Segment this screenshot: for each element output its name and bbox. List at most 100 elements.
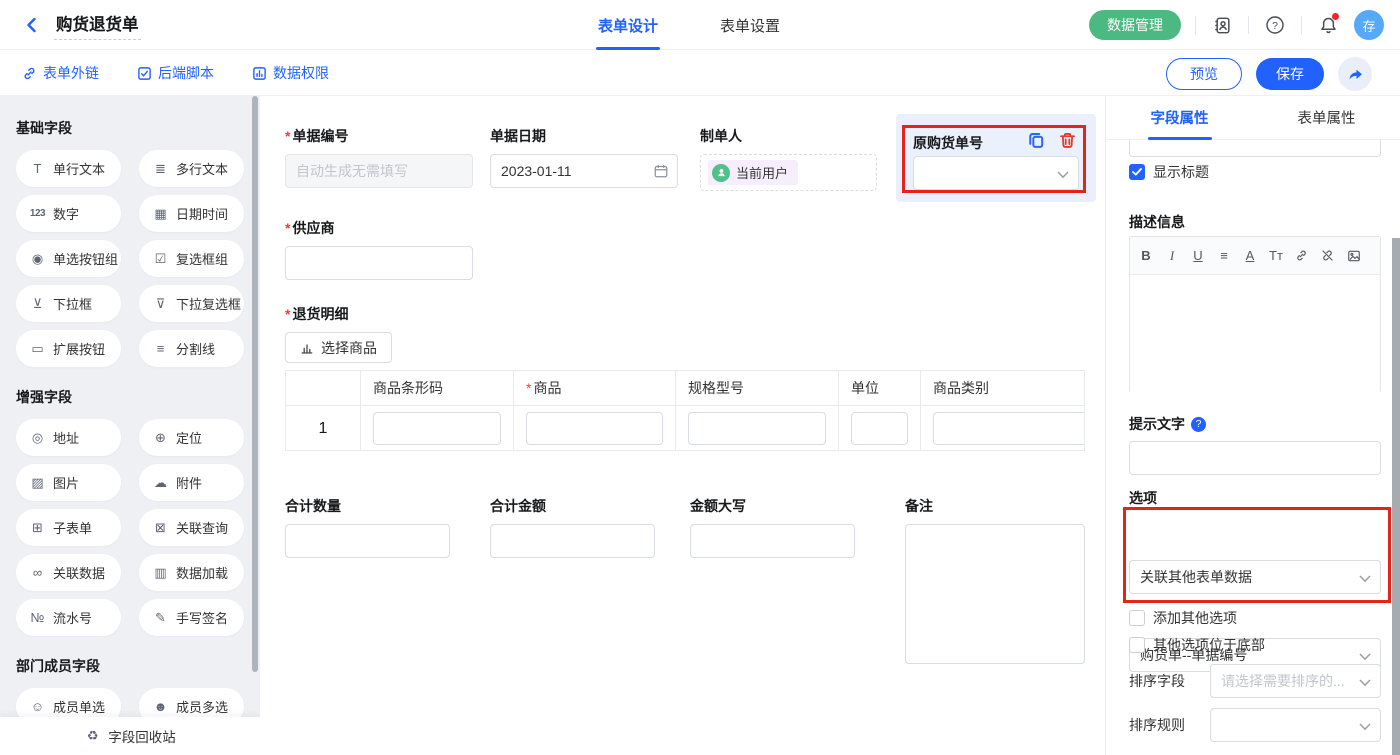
align-icon[interactable]: ≡	[1217, 248, 1231, 263]
field-amount-words[interactable]: 金额大写	[690, 496, 855, 558]
italic-icon[interactable]: I	[1165, 248, 1179, 264]
remove-link-icon[interactable]	[1321, 249, 1335, 262]
barcode-input[interactable]	[373, 412, 501, 445]
sidebar-item-label: 数据加载	[176, 563, 228, 582]
bold-icon[interactable]: B	[1139, 248, 1153, 263]
sort-field-select[interactable]: 请选择需要排序的...	[1210, 664, 1381, 698]
field-return-detail[interactable]: *退货明细 选择商品	[285, 304, 392, 363]
font-color-icon[interactable]: A	[1243, 248, 1257, 263]
remark-textarea[interactable]	[905, 524, 1085, 664]
origin-order-select[interactable]	[913, 156, 1079, 190]
calendar-icon: ▦	[152, 206, 169, 222]
sidebar-item-multi-text[interactable]: ≣多行文本	[139, 150, 244, 187]
tab-form-settings[interactable]: 表单设置	[720, 0, 780, 50]
checkbox-unchecked-icon[interactable]	[1129, 637, 1145, 653]
row-number: 1	[286, 406, 361, 451]
option-source-select[interactable]: 关联其他表单数据	[1129, 560, 1381, 594]
sidebar-item-radio-group[interactable]: ◉单选按钮组	[16, 240, 121, 277]
checkbox-checked-icon[interactable]	[1129, 164, 1145, 180]
cloud-upload-icon: ☁	[152, 475, 169, 491]
sidebar-item-data-load[interactable]: ▥ 数据加载	[139, 554, 244, 591]
avatar[interactable]: 存	[1354, 10, 1384, 40]
preview-button[interactable]: 预览	[1166, 58, 1242, 90]
spec-input[interactable]	[688, 412, 826, 445]
sidebar-item-label: 单选按钮组	[53, 249, 118, 268]
copy-field-icon[interactable]	[1027, 131, 1046, 150]
total-qty-input[interactable]	[285, 524, 450, 558]
required-asterisk: *	[285, 306, 290, 322]
sidebar-item-divider[interactable]: ≡分割线	[139, 330, 244, 367]
field-creator[interactable]: 制单人 当前用户	[700, 126, 877, 191]
category-input[interactable]	[933, 412, 1085, 445]
checkbox-unchecked-icon[interactable]	[1129, 610, 1145, 626]
field-supplier[interactable]: *供应商	[285, 218, 473, 280]
doc-date-input[interactable]	[490, 154, 678, 188]
field-doc-date[interactable]: 单据日期	[490, 126, 678, 188]
form-external-link[interactable]: 表单外链	[22, 63, 99, 83]
page-title[interactable]: 购货退货单	[54, 11, 141, 40]
sidebar-item-extend-button[interactable]: ▭扩展按钮	[16, 330, 121, 367]
data-load-icon: ▥	[152, 565, 169, 581]
field-total-qty[interactable]: 合计数量	[285, 496, 450, 558]
hint-text-input[interactable]	[1129, 441, 1381, 475]
tab-field-properties[interactable]: 字段属性	[1106, 96, 1253, 139]
total-amount-input[interactable]	[490, 524, 655, 558]
tab-form-design[interactable]: 表单设计	[598, 0, 658, 50]
notification-bell-icon[interactable]	[1316, 13, 1340, 37]
sidebar-item-relation-query[interactable]: ⊠关联查询	[139, 509, 244, 546]
sidebar-item-address[interactable]: ◎地址	[16, 419, 121, 456]
field-origin-order[interactable]: 原购货单号	[902, 125, 1086, 193]
share-button[interactable]	[1338, 57, 1372, 91]
sidebar-item-relation-data[interactable]: ∞关联数据	[16, 554, 121, 591]
other-option-bottom-row[interactable]: 其他选项位于底部	[1129, 635, 1265, 655]
sidebar-item-subform[interactable]: ⊞子表单	[16, 509, 121, 546]
field-recycle-bin[interactable]: ♻ 字段回收站	[0, 717, 260, 755]
sidebar-item-multi-dropdown[interactable]: ⊽下拉复选框	[139, 285, 244, 322]
data-permission-link[interactable]: 数据权限	[252, 63, 329, 83]
back-button[interactable]	[20, 13, 44, 37]
doc-no-input[interactable]	[285, 154, 473, 188]
sidebar-item-attachment[interactable]: ☁附件	[139, 464, 244, 501]
sidebar-item-single-text[interactable]: T单行文本	[16, 150, 121, 187]
sidebar-item-number[interactable]: 123数字	[16, 195, 121, 232]
sidebar-item-dropdown[interactable]: ⊻下拉框	[16, 285, 121, 322]
show-title-checkbox-row[interactable]: 显示标题	[1129, 162, 1209, 182]
clipped-input[interactable]	[1129, 140, 1381, 157]
sidebar-item-datetime[interactable]: ▦日期时间	[139, 195, 244, 232]
sidebar-scrollbar[interactable]	[252, 96, 258, 672]
sidebar-item-serial-number[interactable]: №流水号	[16, 599, 121, 636]
help-icon[interactable]: ?	[1263, 13, 1287, 37]
hint-help-icon[interactable]: ?	[1191, 417, 1206, 432]
sidebar-item-checkbox-group[interactable]: ☑复选框组	[139, 240, 244, 277]
tab-form-properties[interactable]: 表单属性	[1253, 96, 1400, 139]
description-editor[interactable]: B I U ≡ A Tт	[1129, 236, 1381, 393]
sidebar-item-signature[interactable]: ✎手写签名	[139, 599, 244, 636]
sidebar-item-label: 多行文本	[176, 159, 228, 178]
field-remark[interactable]: 备注	[905, 496, 1085, 669]
sidebar-item-locate[interactable]: ⊕定位	[139, 419, 244, 456]
field-doc-no[interactable]: *单据编号	[285, 126, 473, 188]
data-permission-label: 数据权限	[273, 63, 329, 83]
data-manage-button[interactable]: 数据管理	[1089, 10, 1181, 40]
unit-input[interactable]	[851, 412, 908, 445]
sidebar-item-label: 地址	[53, 428, 79, 447]
amount-words-input[interactable]	[690, 524, 855, 558]
insert-link-icon[interactable]	[1295, 249, 1309, 262]
add-other-option-row[interactable]: 添加其他选项	[1129, 608, 1237, 628]
backend-script-link[interactable]: 后端脚本	[137, 63, 214, 83]
save-button[interactable]: 保存	[1256, 58, 1324, 90]
address-book-icon[interactable]	[1210, 13, 1234, 37]
field-total-amount[interactable]: 合计金额	[490, 496, 655, 558]
field-label: 制单人	[700, 126, 742, 146]
sort-rule-select[interactable]	[1210, 708, 1381, 742]
insert-image-icon[interactable]	[1347, 249, 1361, 263]
select-product-button[interactable]: 选择商品	[285, 332, 392, 363]
sidebar-item-image[interactable]: ▨图片	[16, 464, 121, 501]
delete-field-icon[interactable]	[1058, 131, 1077, 150]
panel-scrollbar[interactable]	[1392, 238, 1400, 755]
font-size-icon[interactable]: Tт	[1269, 248, 1283, 263]
supplier-input[interactable]	[285, 246, 473, 280]
product-input[interactable]	[526, 412, 663, 445]
underline-icon[interactable]: U	[1191, 248, 1205, 263]
editor-body[interactable]	[1130, 275, 1380, 393]
